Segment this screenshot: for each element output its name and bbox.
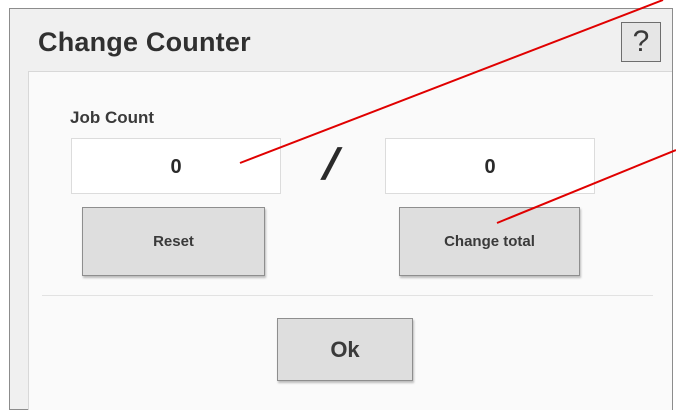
change-total-button[interactable]: Change total bbox=[399, 207, 580, 276]
count-separator: / bbox=[320, 140, 340, 189]
reset-button[interactable]: Reset bbox=[82, 207, 265, 276]
job-count-label: Job Count bbox=[70, 108, 155, 127]
dialog-titlebar: Change Counter ? bbox=[10, 9, 672, 71]
ok-button[interactable]: Ok bbox=[277, 318, 413, 381]
total-count-field[interactable]: 0 bbox=[385, 138, 595, 194]
current-count-field[interactable]: 0 bbox=[71, 138, 281, 194]
help-button[interactable]: ? bbox=[621, 22, 661, 62]
dialog-title: Change Counter bbox=[38, 27, 251, 57]
divider bbox=[42, 295, 653, 296]
change-counter-dialog: Change Counter ? Job Count 0 / 0 Reset C… bbox=[9, 8, 673, 410]
dialog-content: Job Count 0 / 0 Reset Change total Ok bbox=[28, 71, 672, 410]
